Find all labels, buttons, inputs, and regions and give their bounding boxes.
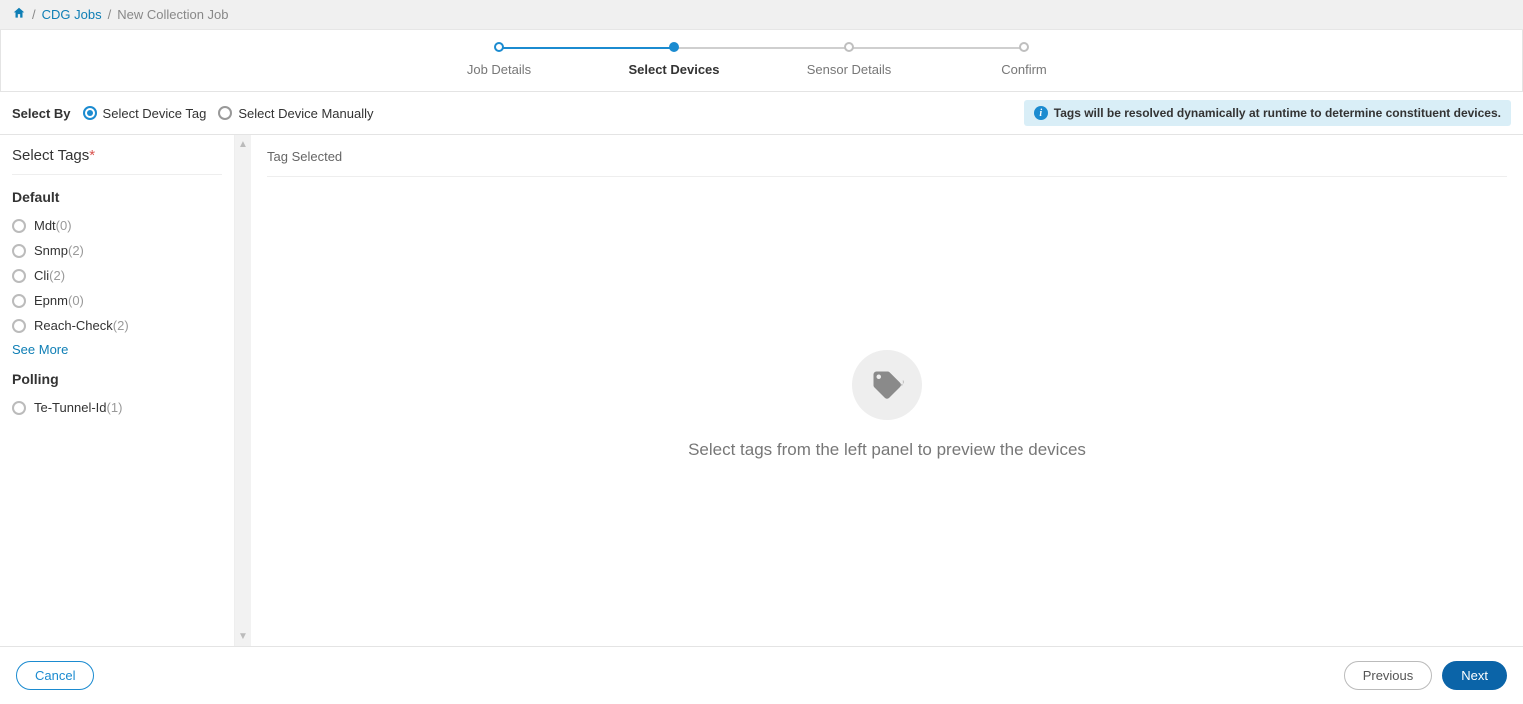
scroll-down-icon[interactable]: ▼ [235, 631, 251, 642]
tag-count: (1) [107, 400, 123, 415]
step-label: Job Details [412, 62, 587, 77]
tag-group-default: Default Mdt(0) Snmp(2) Cli(2) [12, 189, 222, 357]
radio-icon [12, 294, 26, 308]
breadcrumb-current: New Collection Job [117, 7, 228, 22]
empty-state-text: Select tags from the left panel to previ… [688, 440, 1086, 460]
tag-icon [852, 350, 922, 420]
step-job-details[interactable]: Job Details [412, 42, 587, 77]
select-by-label: Select By [12, 106, 71, 121]
tag-item-snmp[interactable]: Snmp(2) [12, 238, 222, 263]
cancel-button[interactable]: Cancel [16, 661, 94, 690]
tag-item-reach-check[interactable]: Reach-Check(2) [12, 313, 222, 338]
sidebar-scrollbar[interactable]: ▲ ▼ [235, 135, 251, 646]
sidebar-title: Select Tags* [12, 147, 222, 175]
home-icon[interactable] [12, 6, 26, 23]
tag-item-epnm[interactable]: Epnm(0) [12, 288, 222, 313]
tag-name: Cli [34, 268, 49, 283]
step-label: Sensor Details [762, 62, 937, 77]
tag-name: Te-Tunnel-Id [34, 400, 107, 415]
tags-sidebar: Select Tags* Default Mdt(0) Snmp(2) Cli( [0, 135, 235, 646]
empty-state: Select tags from the left panel to previ… [267, 177, 1507, 632]
content-header: Tag Selected [267, 149, 1507, 177]
tag-item-mdt[interactable]: Mdt(0) [12, 213, 222, 238]
tag-count: (0) [56, 218, 72, 233]
wizard-footer: Cancel Previous Next [0, 646, 1523, 704]
radio-icon [12, 219, 26, 233]
breadcrumb: / CDG Jobs / New Collection Job [0, 0, 1523, 30]
breadcrumb-sep: / [108, 7, 112, 22]
radio-icon [218, 106, 232, 120]
tag-name: Epnm [34, 293, 68, 308]
radio-select-device-tag[interactable]: Select Device Tag [83, 106, 207, 121]
stepper: Job Details Select Devices Sensor Detail… [1, 30, 1522, 91]
step-label: Select Devices [587, 62, 762, 77]
info-icon: i [1034, 106, 1048, 120]
breadcrumb-sep: / [32, 7, 36, 22]
radio-icon [12, 244, 26, 258]
see-more-link[interactable]: See More [12, 342, 222, 357]
radio-label: Select Device Tag [103, 106, 207, 121]
tag-group-title: Polling [12, 371, 222, 387]
tag-count: (0) [68, 293, 84, 308]
radio-icon [12, 269, 26, 283]
breadcrumb-link-cdg-jobs[interactable]: CDG Jobs [42, 7, 102, 22]
tag-item-cli[interactable]: Cli(2) [12, 263, 222, 288]
tag-count: (2) [68, 243, 84, 258]
radio-icon [12, 319, 26, 333]
radio-select-device-manually[interactable]: Select Device Manually [218, 106, 373, 121]
tag-count: (2) [49, 268, 65, 283]
tag-name: Mdt [34, 218, 56, 233]
scroll-up-icon[interactable]: ▲ [235, 139, 251, 150]
radio-icon [12, 401, 26, 415]
tag-item-te-tunnel-id[interactable]: Te-Tunnel-Id(1) [12, 395, 222, 420]
info-banner-text: Tags will be resolved dynamically at run… [1054, 106, 1501, 120]
tag-name: Snmp [34, 243, 68, 258]
info-banner: i Tags will be resolved dynamically at r… [1024, 100, 1511, 126]
tag-name: Reach-Check [34, 318, 113, 333]
previous-button[interactable]: Previous [1344, 661, 1433, 690]
radio-label: Select Device Manually [238, 106, 373, 121]
step-label: Confirm [937, 62, 1112, 77]
next-button[interactable]: Next [1442, 661, 1507, 690]
radio-icon [83, 106, 97, 120]
tag-group-title: Default [12, 189, 222, 205]
tag-group-polling: Polling Te-Tunnel-Id(1) [12, 371, 222, 420]
tag-count: (2) [113, 318, 129, 333]
